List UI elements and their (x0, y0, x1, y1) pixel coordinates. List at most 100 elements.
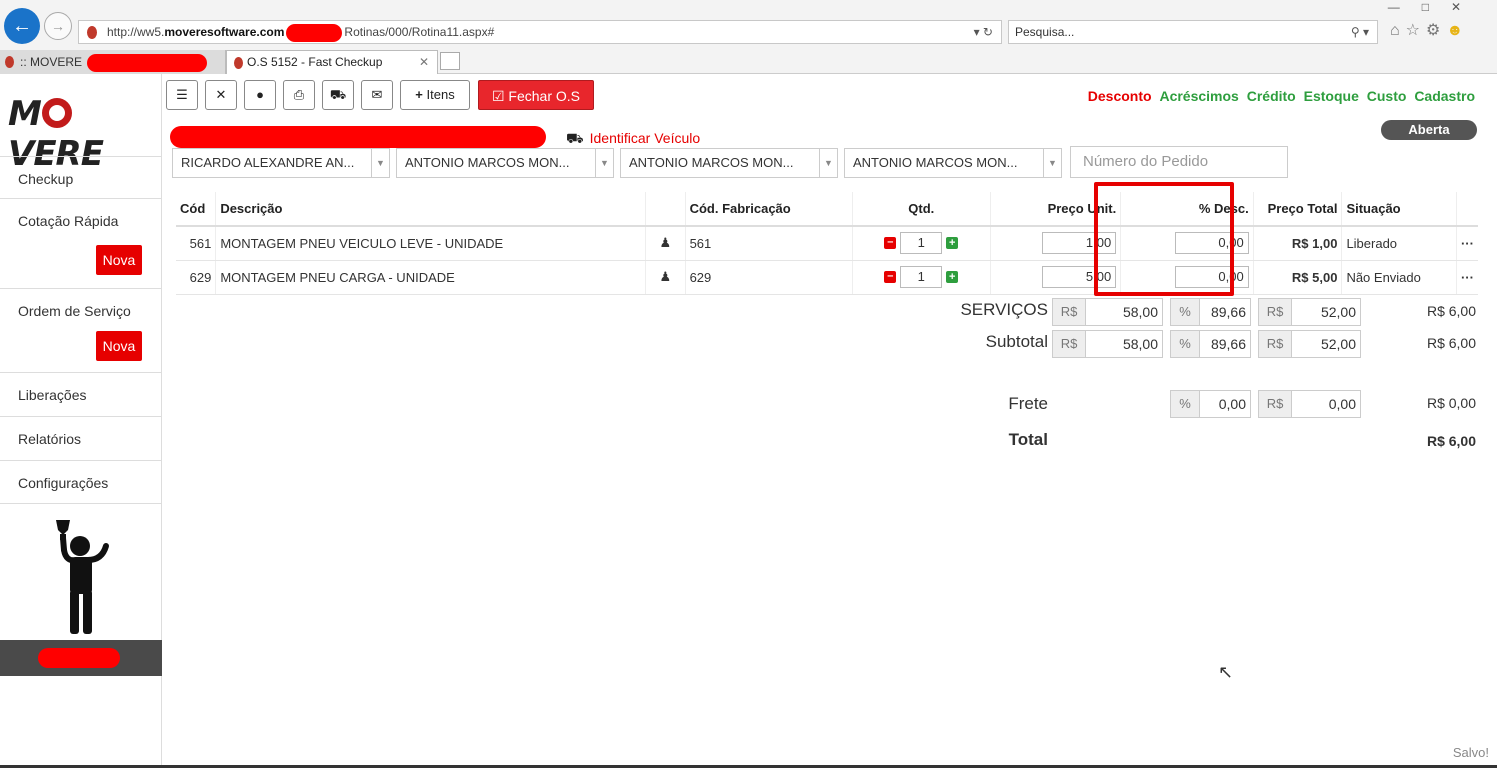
car-icon: ⛟ (566, 130, 584, 146)
user-bar (0, 640, 162, 676)
favorites-star-icon[interactable]: ☆ (1406, 22, 1426, 39)
redaction-mark (87, 53, 208, 72)
col-cod-fab: Cód. Fabricação (685, 192, 853, 227)
settings-gear-icon[interactable]: ⚙ (1426, 22, 1446, 39)
sidebar-item-checkup[interactable]: Checkup (0, 156, 162, 198)
mecanico-select[interactable]: ANTONIO MARCOS MON... ▼ (620, 148, 838, 178)
mouse-cursor-icon: ↖ (1218, 662, 1234, 682)
cliente-select[interactable]: RICARDO ALEXANDRE AN... ▼ (172, 148, 390, 178)
fechar-os-button[interactable]: ☑ Fechar O.S (478, 80, 594, 110)
cell-desc: 0,00 (1120, 226, 1254, 261)
table-header-row: Cód Descrição Cód. Fabricação Qtd. Preço… (176, 192, 1478, 227)
select-value: RICARDO ALEXANDRE AN... (181, 155, 355, 170)
forward-arrow-icon[interactable]: → (44, 12, 72, 40)
search-icon[interactable]: ⚲ ▾ (1351, 21, 1369, 43)
browser-search-input[interactable]: Pesquisa... ⚲ ▾ (1008, 20, 1378, 44)
identificar-veiculo-link[interactable]: ⛟ Identificar Veículo (566, 130, 700, 149)
nova-cotacao-button[interactable]: Nova (96, 245, 142, 275)
cell-qtd: –1 + (852, 260, 991, 295)
col-desc: % Desc. (1120, 192, 1254, 227)
cell-cod: 561 (176, 226, 217, 261)
cell-descricao: MONTAGEM PNEU CARGA - UNIDADE (215, 260, 647, 295)
subtotal-pct-input[interactable]: 89,66 (1199, 330, 1251, 358)
tab-label: :: MOVERE (20, 55, 83, 69)
truck-icon[interactable]: ⛟ (322, 80, 354, 110)
new-tab-button[interactable] (440, 52, 460, 70)
desconto-input[interactable]: 0,00 (1174, 266, 1249, 288)
subtotal-desconto-input[interactable]: 52,00 (1291, 330, 1361, 358)
estoque-link[interactable]: Estoque (1304, 88, 1359, 104)
minimize-icon[interactable]: — (1388, 0, 1422, 14)
cell-cod-fab: 629 (685, 260, 853, 295)
total-label: Total (1008, 430, 1048, 449)
top-links: Desconto Acréscimos Crédito Estoque Cust… (1084, 88, 1475, 104)
sidebar-item-relatorios[interactable]: Relatórios (0, 416, 162, 460)
back-arrow-icon[interactable]: ← (4, 8, 40, 44)
select-value: ANTONIO MARCOS MON... (853, 155, 1018, 170)
servicos-desconto-input[interactable]: 52,00 (1291, 298, 1361, 326)
redaction-mark (286, 23, 343, 42)
minus-icon[interactable]: – (884, 237, 897, 250)
qtd-input[interactable]: 1 (900, 266, 943, 288)
cell-descricao: MONTAGEM PNEU VEICULO LEVE - UNIDADE (215, 226, 647, 261)
more-options-icon[interactable]: ··· (1456, 260, 1478, 295)
frete-valor-input[interactable]: 0,00 (1291, 390, 1361, 418)
frete-pct-input[interactable]: 0,00 (1199, 390, 1251, 418)
servicos-pct-input[interactable]: 89,66 (1199, 298, 1251, 326)
sidebar-item-configuracoes[interactable]: Configurações (0, 460, 162, 504)
status-badge: Aberta (1381, 120, 1477, 140)
percent-addon: % (1170, 390, 1200, 418)
preco-unit-input[interactable]: 1,00 (1042, 232, 1117, 255)
print-icon[interactable]: ⎙ (283, 80, 315, 110)
col-preco-unit: Preço Unit. (990, 192, 1122, 227)
sidebar-item-liberacoes[interactable]: Liberações (0, 372, 162, 416)
plus-icon[interactable]: + (946, 271, 959, 283)
person-icon[interactable]: ♟ (645, 226, 686, 261)
cell-qtd: –1 + (852, 226, 991, 261)
subtotal-label: Subtotal (985, 332, 1048, 351)
table-row[interactable]: 629 MONTAGEM PNEU CARGA - UNIDADE ♟ 629 … (176, 260, 1478, 295)
fechar-label: Fechar O.S (508, 88, 581, 104)
email-icon[interactable]: ✉ (361, 80, 393, 110)
add-itens-button[interactable]: + Itens (400, 80, 470, 110)
cell-situacao: Liberado (1341, 226, 1457, 261)
refresh-icon[interactable]: ▾ ↻ (974, 21, 993, 43)
acrescimos-link[interactable]: Acréscimos (1159, 88, 1238, 104)
trophy-winner-icon (56, 520, 109, 634)
restore-icon[interactable]: □ (1422, 0, 1451, 14)
table-row[interactable]: 561 MONTAGEM PNEU VEICULO LEVE - UNIDADE… (176, 226, 1478, 261)
plus-icon[interactable]: + (946, 237, 959, 250)
browser-tab-movere[interactable]: :: MOVERE (0, 50, 226, 74)
more-options-icon[interactable]: ··· (1456, 226, 1478, 261)
custo-link[interactable]: Custo (1367, 88, 1407, 104)
sidebar-item-label: Configurações (18, 475, 109, 491)
cadastro-link[interactable]: Cadastro (1414, 88, 1475, 104)
chevron-down-icon: ▼ (1043, 149, 1061, 177)
servicos-bruto-input[interactable]: 58,00 (1085, 298, 1163, 326)
comment-icon[interactable]: ● (244, 80, 276, 110)
responsavel-select[interactable]: ANTONIO MARCOS MON... ▼ (844, 148, 1062, 178)
list-icon[interactable]: ☰ (166, 80, 198, 110)
address-bar[interactable]: http://ww5.moveresoftware.com Rotinas/000… (78, 20, 1002, 44)
browser-tab-os[interactable]: O.S 5152 - Fast Checkup ✕ (226, 50, 438, 74)
cancel-x-icon[interactable]: ✕ (205, 80, 237, 110)
cell-situacao: Não Enviado (1341, 260, 1457, 295)
subtotal-bruto-input[interactable]: 58,00 (1085, 330, 1163, 358)
preco-unit-input[interactable]: 5,00 (1042, 266, 1117, 288)
close-window-icon[interactable]: ✕ (1451, 0, 1483, 14)
feedback-smiley-icon[interactable]: ☻ (1446, 22, 1469, 39)
desconto-link[interactable]: Desconto (1088, 88, 1152, 104)
home-icon[interactable]: ⌂ (1390, 22, 1406, 39)
nova-os-button[interactable]: Nova (96, 331, 142, 361)
minus-icon[interactable]: – (884, 271, 897, 283)
person-icon[interactable]: ♟ (645, 260, 686, 295)
numero-pedido-input[interactable]: Número do Pedido (1070, 146, 1288, 178)
desconto-input[interactable]: 0,00 (1174, 232, 1249, 255)
col-tecnico (645, 192, 686, 227)
credito-link[interactable]: Crédito (1247, 88, 1296, 104)
close-tab-icon[interactable]: ✕ (419, 51, 429, 73)
qtd-input[interactable]: 1 (900, 232, 943, 255)
vendedor-select[interactable]: ANTONIO MARCOS MON... ▼ (396, 148, 614, 178)
browser-chrome: ← → http://ww5.moveresoftware.com Rotinas… (0, 0, 1497, 74)
sidebar-item-cotacao-rapida[interactable]: Cotação Rápida Nova (0, 198, 162, 298)
